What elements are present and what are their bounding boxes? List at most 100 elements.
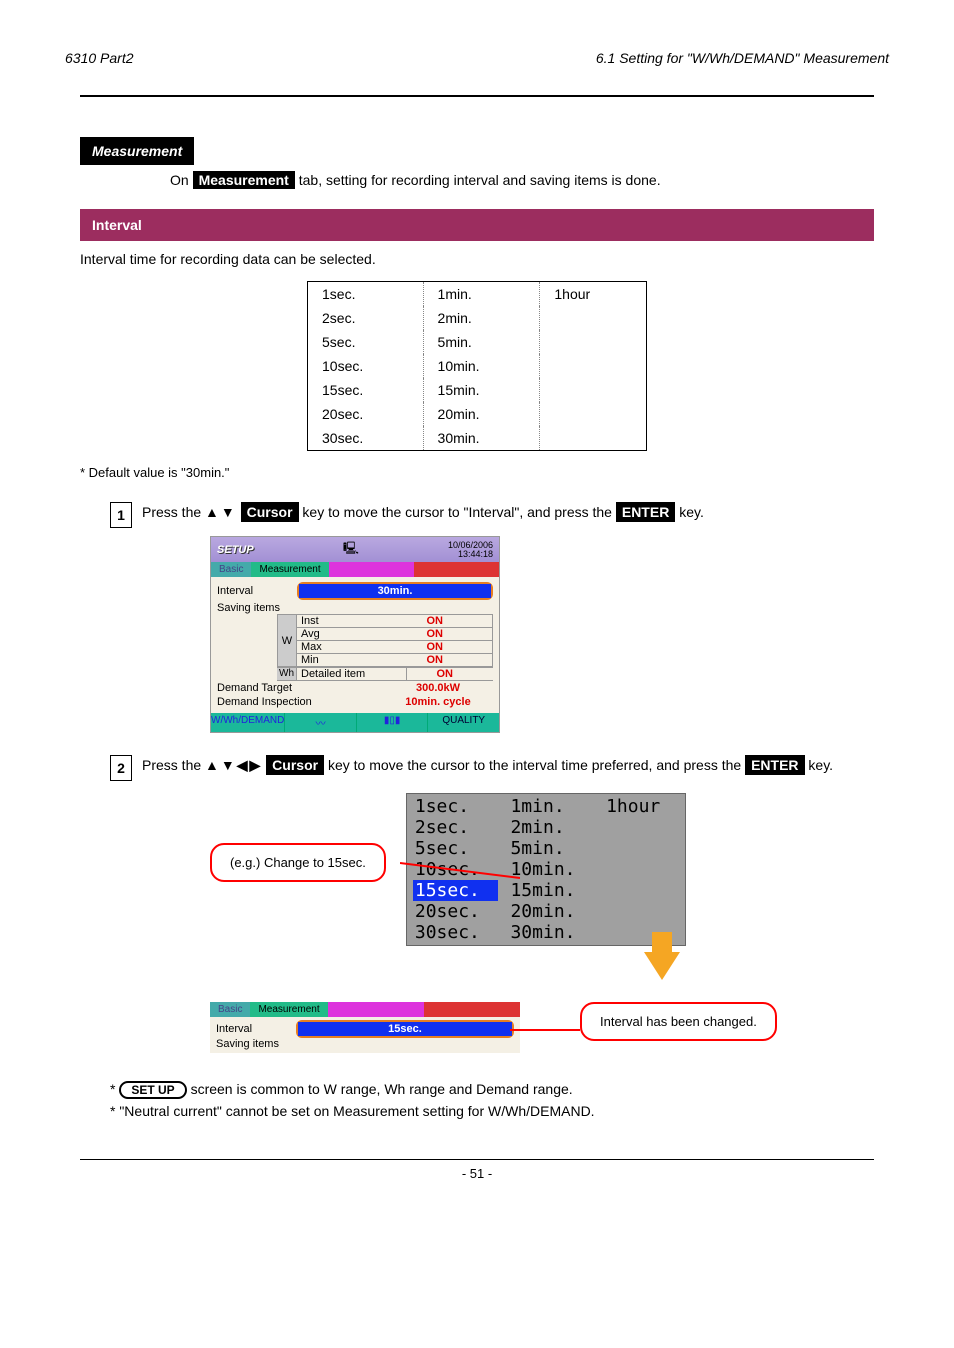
device-clock: 10/06/2006 13:44:18 [448,541,493,559]
measurement-heading: Measurement [80,137,194,165]
opt: 15sec. [308,378,424,402]
device-saving-label: Saving items [217,602,493,614]
device-row-max-val[interactable]: ON [407,641,447,653]
device-screenshot: SETUP 🖳 10/06/2006 13:44:18 Basic Measur… [210,536,500,733]
result-tab-measurement[interactable]: Measurement [250,1002,327,1017]
device-row-min-val[interactable]: ON [407,654,447,666]
step2-number: 2 [110,755,132,781]
cursor-key-chip: Cursor [241,502,299,522]
bottom-rule [80,1159,874,1160]
result-saving-label: Saving items [216,1038,514,1050]
interval-heading: Interval [80,209,874,241]
step2-text: Press the ▲▼◀▶ Cursor key to move the cu… [142,755,874,775]
callout-example: (e.g.) Change to 15sec. [210,843,386,882]
t: Press the [142,504,205,520]
opt-1min[interactable]: 1min. [508,796,594,817]
result-tab-b2[interactable] [424,1002,520,1017]
opt: 1min. [423,282,540,307]
opt-30min[interactable]: 30min. [508,922,594,943]
device-footer-bars-icon[interactable]: ▮▯▮ [357,713,429,732]
device-demand-target-value[interactable]: 300.0kW [383,682,493,694]
opt-2min[interactable]: 2min. [508,817,594,838]
result-interval-label: Interval [216,1023,296,1035]
device-row-avg-val[interactable]: ON [407,628,447,640]
enter-key-chip: ENTER [745,755,804,775]
device-interval-label: Interval [217,585,297,597]
opt-20min[interactable]: 20min. [508,901,594,922]
result-screenshot: Basic Measurement Interval 15sec. Saving… [210,1002,520,1053]
footer-note-2: * "Neutral current" cannot be set on Mea… [110,1103,874,1119]
device-interval-field[interactable]: 30min. [297,582,493,600]
device-row-max: Max [297,641,407,653]
t: key. [675,504,704,520]
opt-5sec[interactable]: 5sec. [413,838,499,859]
device-tab-basic[interactable]: Basic [211,562,251,577]
opt-20sec[interactable]: 20sec. [413,901,499,922]
opt: 15min. [423,378,540,402]
opt: 2sec. [308,306,424,330]
opt-1sec[interactable]: 1sec. [413,796,499,817]
device-wh-label: Wh [277,668,297,680]
device-footer: W/Wh/DEMAND 〰 ▮▯▮ QUALITY [211,713,499,732]
opt: 5sec. [308,330,424,354]
pc-icon: 🖳 [343,539,359,560]
measurement-desc: On Measurement tab, setting for recordin… [170,171,874,189]
result-tab-b1[interactable] [328,1002,424,1017]
device-row-avg: Avg [297,628,407,640]
device-wh-detailed: Detailed item [297,668,407,680]
device-tab-blank1[interactable] [329,562,414,577]
callout-changed: Interval has been changed. [580,1002,777,1041]
setup-pill: SET UP [119,1081,186,1099]
header-right: 6.1 Setting for "W/Wh/DEMAND" Measuremen… [596,50,889,66]
result-tab-basic[interactable]: Basic [210,1002,250,1017]
t: key to move the cursor to the interval t… [324,757,741,773]
measurement-tab-chip: Measurement [193,171,295,189]
page-number: - 51 - [80,1166,874,1181]
opt: 20sec. [308,402,424,426]
top-rule [80,95,874,97]
device-w-label: W [277,614,297,667]
opt: 1hour [540,282,647,307]
footer-note-1: * SET UP screen is common to W range, Wh… [110,1081,874,1099]
device-demand-target-label: Demand Target [217,682,383,694]
opt-15sec-selected[interactable]: 15sec. [413,880,499,901]
opt-10sec[interactable]: 10sec. [413,859,499,880]
opt: 5min. [423,330,540,354]
opt: 30min. [423,426,540,451]
measurement-desc-suffix: tab, setting for recording interval and … [295,172,661,188]
device-tab-measurement[interactable]: Measurement [251,562,328,577]
device-interval-value: 30min. [299,584,491,598]
t: Press the [142,757,205,773]
t: screen is common to W range, Wh range an… [187,1081,573,1097]
opt-1hour[interactable]: 1hour [604,796,679,817]
opt-30sec[interactable]: 30sec. [413,922,499,943]
device-footer-quality[interactable]: QUALITY [428,713,499,732]
device-wh-val[interactable]: ON [407,668,457,680]
opt: 20min. [423,402,540,426]
updown-arrows-icon: ▲▼ [205,504,237,520]
down-arrow-icon [644,952,680,980]
t: key to move the cursor to "Interval", an… [299,504,616,520]
device-setup-label: SETUP [217,544,254,556]
opt-5min[interactable]: 5min. [508,838,594,859]
device-footer-wave-icon[interactable]: 〰 [285,713,357,732]
device-tab-blank2[interactable] [414,562,499,577]
interval-options-table: 1sec.1min.1hour 2sec.2min. 5sec.5min. 10… [307,281,647,451]
result-interval-field[interactable]: 15sec. [296,1020,514,1038]
enter-key-chip: ENTER [616,502,675,522]
step1-text: Press the ▲▼ Cursor key to move the curs… [142,502,874,522]
device-demand-insp-value[interactable]: 10min. cycle [383,696,493,708]
opt-10min[interactable]: 10min. [508,859,594,880]
device-time: 13:44:18 [458,549,493,559]
default-note: * Default value is "30min." [80,465,874,480]
cursor-key-chip: Cursor [266,755,324,775]
device-row-inst: Inst [297,615,407,627]
opt: 1sec. [308,282,424,307]
connector-line-icon [510,1022,580,1042]
device-footer-wwh[interactable]: W/Wh/DEMAND [211,713,285,732]
t: * [110,1081,119,1097]
opt-2sec[interactable]: 2sec. [413,817,499,838]
interval-selector-popup[interactable]: 1sec. 1min. 1hour 2sec. 2min. 5sec. 5min. 10… [406,793,686,946]
opt-15min[interactable]: 15min. [508,880,594,901]
device-row-inst-val[interactable]: ON [407,615,447,627]
